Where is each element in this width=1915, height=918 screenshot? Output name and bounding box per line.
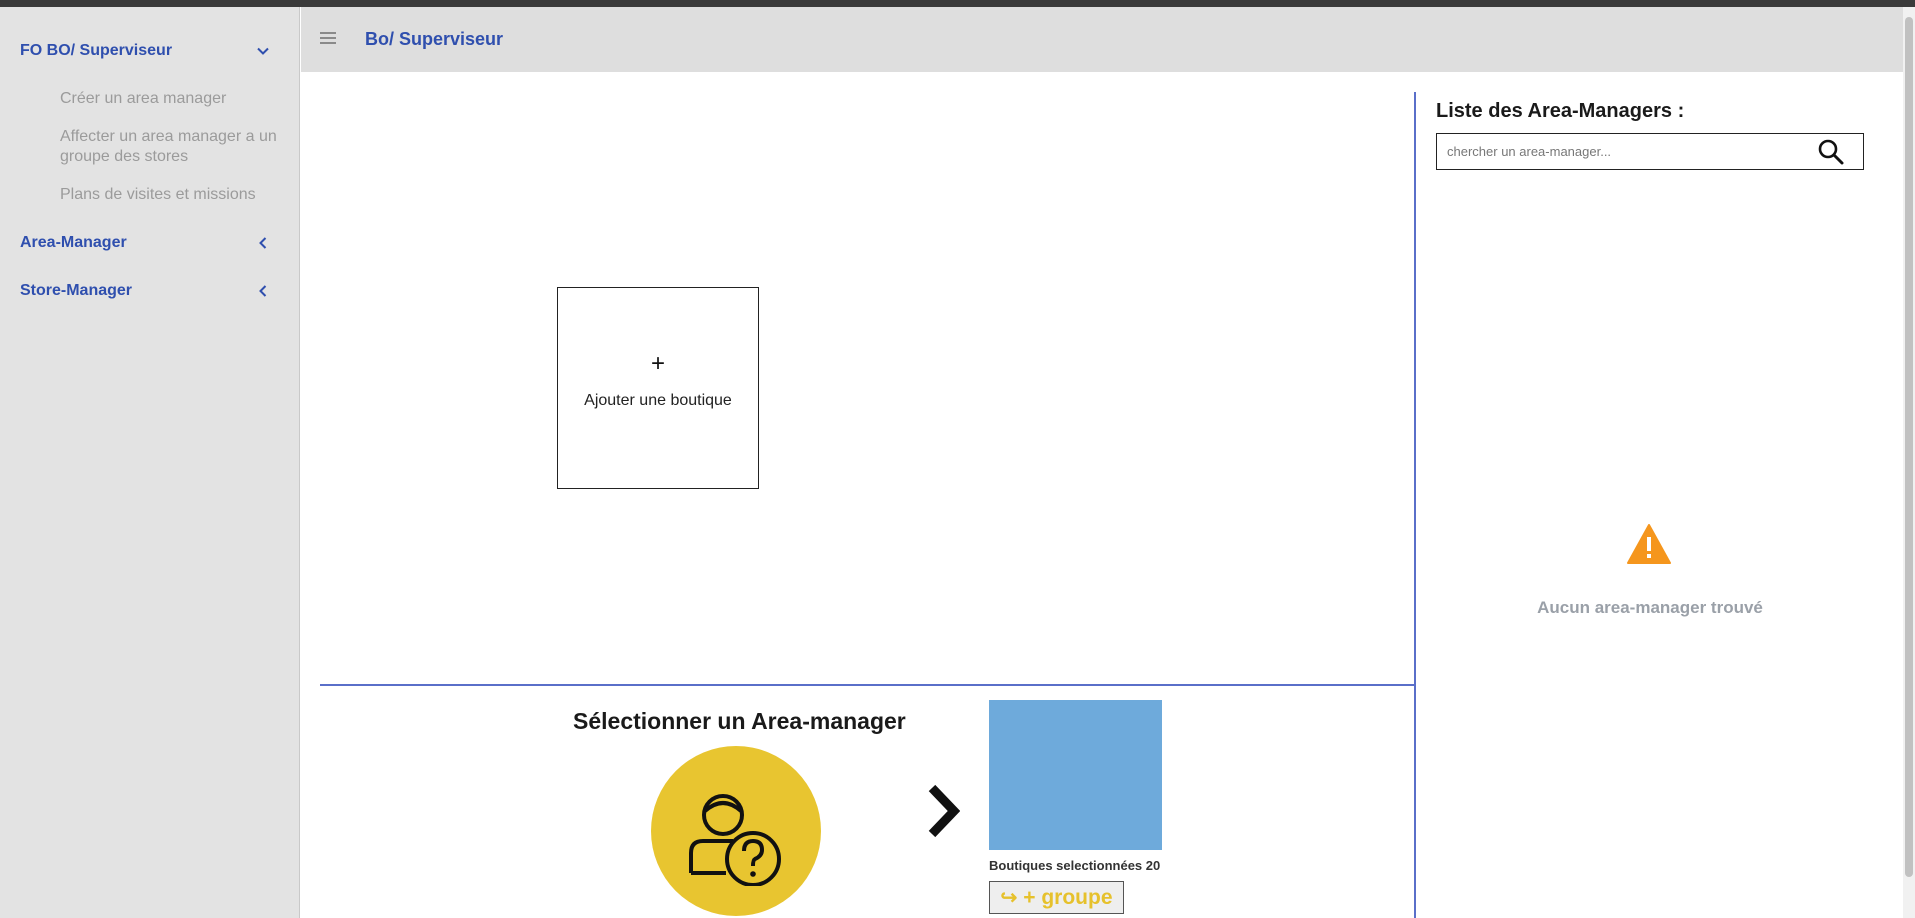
add-store-label: Ajouter une boutique xyxy=(584,392,732,409)
scrollbar-thumb[interactable] xyxy=(1905,17,1913,877)
sidebar-section-fo-bo-superviseur[interactable]: FO BO/ Superviseur xyxy=(20,37,270,65)
page-title: Bo/ Superviseur xyxy=(365,29,504,49)
sidebar-item-creer-area-manager[interactable]: Créer un area manager xyxy=(60,89,290,109)
area-managers-list-title: Liste des Area-Managers : xyxy=(1436,100,1685,122)
search-icon[interactable] xyxy=(1817,138,1845,166)
window-top-strip xyxy=(0,0,1915,7)
hamburger-icon[interactable] xyxy=(320,32,336,46)
chevron-left-icon xyxy=(259,285,267,297)
sidebar-section-label: Area-Manager xyxy=(20,234,127,251)
sidebar-section-store-manager[interactable]: Store-Manager xyxy=(20,277,270,305)
horizontal-divider xyxy=(320,684,1414,686)
sidebar-section-area-manager[interactable]: Area-Manager xyxy=(20,229,270,257)
top-header xyxy=(301,7,1903,72)
unknown-user-icon xyxy=(689,794,781,886)
add-group-button[interactable]: ↪ + groupe xyxy=(989,881,1124,914)
sidebar-section-label: Store-Manager xyxy=(20,282,133,299)
warning-icon xyxy=(1627,524,1671,564)
page-scrollbar[interactable] xyxy=(1903,7,1915,918)
sidebar: FO BO/ Superviseur Créer un area manager… xyxy=(0,7,300,918)
chevron-down-icon xyxy=(257,47,269,55)
select-area-manager-title: Sélectionner un Area-manager xyxy=(573,708,906,734)
add-group-label: + groupe xyxy=(1023,885,1113,909)
selected-stores-preview xyxy=(989,700,1162,850)
sidebar-section-label: FO BO/ Superviseur xyxy=(20,42,173,59)
select-area-manager-avatar[interactable] xyxy=(651,746,821,916)
vertical-divider xyxy=(1414,92,1416,918)
sidebar-item-plans-visites[interactable]: Plans de visites et missions xyxy=(60,185,290,205)
plus-icon: + xyxy=(650,350,665,377)
sidebar-item-affecter-area-manager[interactable]: Affecter un area manager a un groupe des… xyxy=(60,127,290,167)
search-input[interactable] xyxy=(1447,140,1807,162)
selected-stores-count: Boutiques selectionnées 20 xyxy=(989,858,1161,873)
empty-state-message: Aucun area-manager trouvé xyxy=(1537,598,1763,617)
chevron-right-icon[interactable] xyxy=(928,784,960,838)
search-box xyxy=(1436,133,1864,170)
chevron-left-icon xyxy=(259,237,267,249)
share-arrow-icon: ↪ xyxy=(1000,887,1018,909)
add-store-card[interactable]: + Ajouter une boutique xyxy=(557,287,759,489)
